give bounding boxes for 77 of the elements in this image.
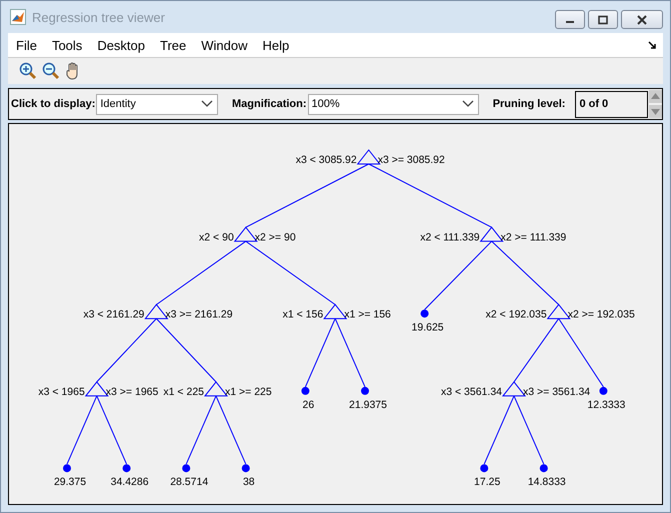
leaf-value: 29.375 <box>54 476 86 488</box>
split-condition: x3 >= 1965 <box>106 386 158 398</box>
tree-edge <box>96 318 157 382</box>
close-icon <box>637 14 647 24</box>
leaf-value: 28.5714 <box>170 476 208 488</box>
split-condition: x3 >= 3561.34 <box>523 386 590 398</box>
leaf-node[interactable] <box>599 386 608 395</box>
menu-item[interactable]: Desktop <box>91 38 154 52</box>
split-condition: x2 >= 90 <box>254 231 296 244</box>
split-condition: x2 >= 111.339 <box>500 231 566 244</box>
maximize-icon <box>598 14 608 24</box>
split-condition: x3 < 3561.34 <box>440 386 502 398</box>
leaf-value: 17.25 <box>474 476 500 488</box>
tree-edge <box>334 318 366 388</box>
leaf-node[interactable] <box>420 310 429 318</box>
split-condition: x2 < 90 <box>199 231 234 244</box>
tree-edge <box>514 395 544 465</box>
tree-edge <box>484 395 514 465</box>
leaf-node[interactable] <box>540 464 548 472</box>
minimize-button[interactable] <box>555 10 585 29</box>
menu-item[interactable]: Tree <box>154 38 196 52</box>
tree-edge <box>304 318 336 388</box>
split-condition: x3 < 3085.92 <box>296 154 357 166</box>
leaf-value: 38 <box>242 476 255 488</box>
tree-edge <box>558 318 604 388</box>
zoom-out-icon[interactable] <box>41 61 61 81</box>
tree-edge <box>216 395 246 465</box>
display-dropdown[interactable]: Identity <box>96 94 218 114</box>
chevron-down-icon <box>462 100 474 108</box>
minimize-icon <box>566 21 574 23</box>
leaf-value: 19.625 <box>412 322 444 334</box>
leaf-value: 34.4286 <box>110 476 149 488</box>
leaf-node[interactable] <box>63 464 71 472</box>
tree-edge <box>96 395 128 465</box>
tree-edge <box>186 395 216 465</box>
tree-edge <box>491 240 560 306</box>
split-condition: x1 >= 225 <box>225 386 272 398</box>
pruning-label: Pruning level: <box>492 98 566 110</box>
leaf-value: 21.9375 <box>349 398 387 411</box>
leaf-node[interactable] <box>182 464 190 472</box>
menu-item[interactable]: Tools <box>46 38 92 52</box>
menu-item[interactable]: Window <box>195 38 257 52</box>
magnification-dropdown[interactable]: 100% <box>308 94 479 114</box>
tree-edge <box>514 318 560 382</box>
tree-edge <box>156 318 216 382</box>
split-condition: x1 < 225 <box>163 386 204 398</box>
split-condition: x3 < 2161.29 <box>83 308 144 321</box>
split-condition: x2 < 192.035 <box>486 308 547 321</box>
split-condition: x1 >= 156 <box>344 308 391 321</box>
split-condition: x3 >= 2161.29 <box>165 308 233 321</box>
leaf-node[interactable] <box>301 386 310 395</box>
chevron-down-icon <box>200 100 213 108</box>
maximize-button[interactable] <box>588 10 618 29</box>
leaf-value: 26 <box>302 398 314 411</box>
tree-edge <box>66 395 98 465</box>
leaf-node[interactable] <box>242 464 250 472</box>
leaf-node[interactable] <box>361 386 369 395</box>
menu-item[interactable]: File <box>10 38 46 52</box>
leaf-value: 14.8333 <box>528 476 566 488</box>
close-button[interactable] <box>621 10 663 29</box>
split-condition: x1 < 156 <box>282 308 324 321</box>
leaf-node[interactable] <box>122 464 131 472</box>
display-label: Click to display: <box>11 98 96 110</box>
app-logo-icon <box>10 9 26 25</box>
magnification-label: Magnification: <box>232 98 307 110</box>
menu-item[interactable]: Help <box>256 38 298 52</box>
pruning-level-field: 0 of 0 <box>575 90 648 118</box>
split-condition: x2 < 111.339 <box>420 231 480 244</box>
window-title: Regression tree viewer <box>32 10 165 24</box>
zoom-in-icon[interactable] <box>18 61 38 81</box>
split-condition: x3 >= 3085.92 <box>378 154 445 166</box>
split-condition: x2 >= 192.035 <box>568 308 635 321</box>
leaf-node[interactable] <box>480 464 488 472</box>
leaf-value: 12.3333 <box>587 398 626 411</box>
tree-edge <box>424 240 492 310</box>
split-condition: x3 < 1965 <box>38 386 85 398</box>
dock-arrow-icon[interactable] <box>648 40 657 50</box>
